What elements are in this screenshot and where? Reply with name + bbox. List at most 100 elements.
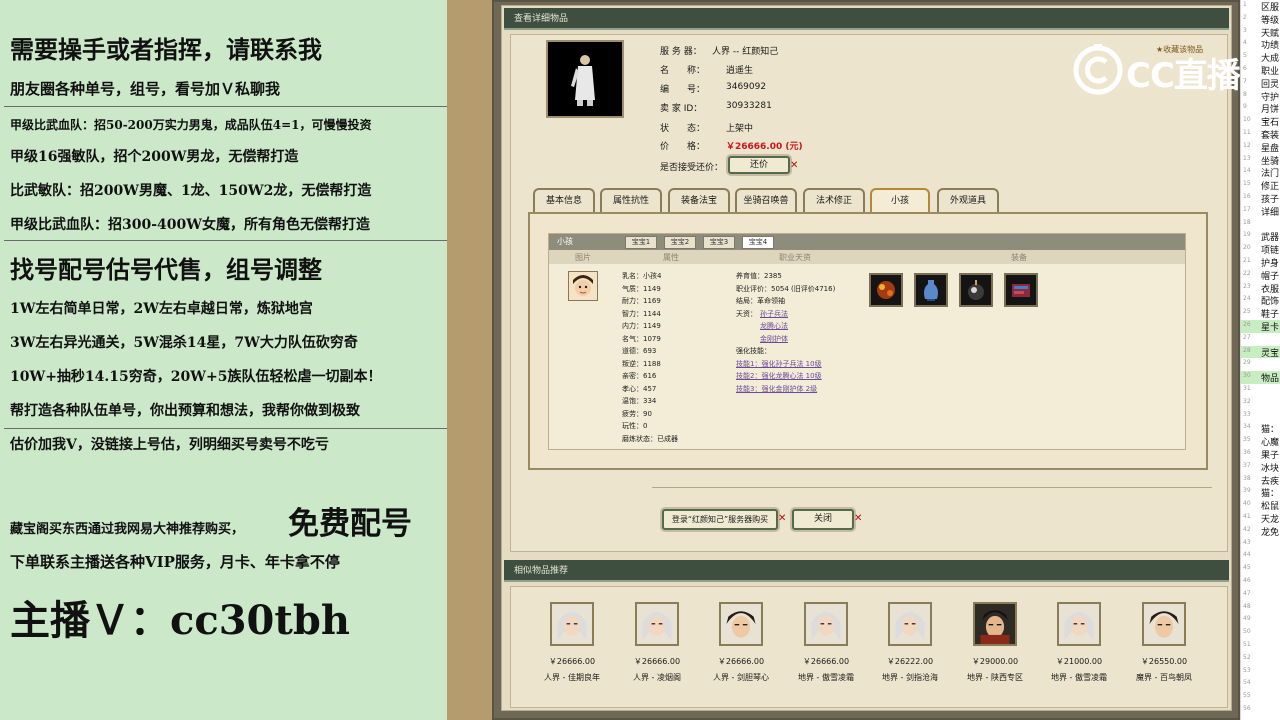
recommend-item[interactable]: ￥26666.00 人界 - 凌烟阁 (622, 602, 692, 683)
strip-row[interactable]: 35 心魔 (1241, 435, 1280, 448)
recommend-item[interactable]: ￥29000.00 地界 - 陕西专区 (960, 602, 1030, 683)
strip-row[interactable]: 14 法门 (1241, 166, 1280, 179)
strip-row[interactable]: 48 (1241, 602, 1280, 615)
enhance-link[interactable]: 技能1：强化孙子兵法 10级 (736, 359, 822, 369)
row-number: 6 (1243, 65, 1247, 72)
strip-row[interactable]: 49 (1241, 614, 1280, 627)
strip-row[interactable]: 34 猫： (1241, 422, 1280, 435)
strip-row[interactable]: 46 (1241, 576, 1280, 589)
talent-link[interactable]: 龙腾心法 (760, 321, 788, 331)
strip-row[interactable]: 28 灵宝 (1241, 345, 1280, 359)
recommend-server: 地界 - 傲雪凌霜 (798, 673, 854, 682)
recommend-item[interactable]: ￥26666.00 人界 - 佳期良年 (537, 602, 607, 683)
equipment-slot-3[interactable] (959, 273, 993, 307)
subtab-baby-1[interactable]: 宝宝1 (625, 236, 657, 249)
login-server-button[interactable]: 登录“红颜知己”服务器购买 (662, 509, 778, 530)
row-number: 47 (1243, 589, 1251, 597)
strip-row[interactable]: 52 (1241, 653, 1280, 666)
subtab-baby-3[interactable]: 宝宝3 (703, 236, 735, 249)
strip-row[interactable]: 27 (1241, 333, 1280, 346)
equipment-slot-1[interactable] (869, 273, 903, 307)
strip-row[interactable]: 44 (1241, 550, 1280, 563)
strip-row[interactable]: 50 (1241, 627, 1280, 640)
strip-row[interactable]: 40 松鼠 (1241, 499, 1280, 512)
strip-row[interactable]: 36 果子 (1241, 448, 1280, 461)
strip-row[interactable]: 5 大成 (1241, 51, 1280, 64)
strip-row[interactable]: 19 武器 (1241, 230, 1280, 243)
strip-row[interactable]: 47 (1241, 589, 1280, 602)
recommend-item[interactable]: ￥26550.00 魔界 - 百鸟朝凤 (1129, 602, 1199, 683)
strip-row[interactable]: 20 项链 (1241, 243, 1280, 256)
strip-row[interactable]: 42 龙免 (1241, 525, 1280, 538)
strip-row[interactable]: 45 (1241, 563, 1280, 576)
tab-mount-summon[interactable]: 坐骑召唤兽 (735, 188, 797, 212)
info-label: 卖 家 ID： (660, 104, 703, 114)
strip-row[interactable]: 43 (1241, 538, 1280, 551)
strip-row[interactable]: 55 (1241, 691, 1280, 704)
strip-row[interactable]: 53 (1241, 666, 1280, 679)
subtab-baby-2[interactable]: 宝宝2 (664, 236, 696, 249)
recommend-item[interactable]: ￥26666.00 地界 - 傲雪凌霜 (791, 602, 861, 683)
strip-row[interactable]: 37 冰块 (1241, 461, 1280, 474)
tab-spell-correction[interactable]: 法术修正 (803, 188, 865, 212)
strip-row[interactable]: 30 物品 (1241, 371, 1280, 384)
stat-fatigue: 疲劳：90 (622, 409, 652, 418)
tab-basic-info[interactable]: 基本信息 (533, 188, 595, 212)
strip-row[interactable]: 25 鞋子 (1241, 307, 1280, 320)
strip-row[interactable]: 21 护身 (1241, 256, 1280, 269)
tab-attribute-resist[interactable]: 属性抗性 (600, 188, 662, 212)
strip-row[interactable]: 6 职业 (1241, 64, 1280, 77)
recommend-item[interactable]: ￥21000.00 地界 - 傲雪凌霜 (1044, 602, 1114, 683)
close-button[interactable]: 关闭 (792, 509, 854, 530)
strip-row[interactable]: 56 (1241, 704, 1280, 717)
strip-row[interactable]: 3 天赋 (1241, 26, 1280, 39)
strip-row[interactable]: 22 帽子 (1241, 269, 1280, 282)
strip-row[interactable]: 54 (1241, 678, 1280, 691)
dark-hair-avatar-icon (719, 602, 763, 646)
strip-row[interactable]: 7 回灵 (1241, 77, 1280, 90)
strip-row[interactable]: 18 (1241, 218, 1280, 231)
row-number: 34 (1243, 423, 1251, 431)
strip-row[interactable]: 23 衣服 (1241, 282, 1280, 295)
strip-row[interactable]: 51 (1241, 640, 1280, 653)
strip-row[interactable]: 11 套装 (1241, 128, 1280, 141)
tab-child[interactable]: 小孩 (870, 188, 930, 212)
strip-row[interactable]: 1 区服 (1241, 0, 1280, 13)
strip-row[interactable]: 26 星卡 (1241, 320, 1280, 333)
talent-link[interactable]: 孙子兵法 (760, 309, 788, 319)
equipment-slot-2[interactable] (914, 273, 948, 307)
enhance-link[interactable]: 技能3：强化金刚护体 2级 (736, 384, 817, 394)
strip-row[interactable]: 4 功绩 (1241, 38, 1280, 51)
strip-row[interactable]: 39 猫： (1241, 486, 1280, 499)
strip-row[interactable]: 31 (1241, 384, 1280, 397)
strip-row[interactable]: 17 详细 (1241, 205, 1280, 218)
strip-row[interactable]: 8 守护 (1241, 90, 1280, 103)
row-number: 16 (1243, 193, 1251, 200)
talent-link[interactable]: 金刚护体 (760, 334, 788, 344)
recommend-item[interactable]: ￥26222.00 地界 - 剑指沧海 (875, 602, 945, 683)
strip-row[interactable]: 32 (1241, 397, 1280, 410)
bargain-label: 是否接受还价： (660, 163, 724, 173)
col-equipment: 装备 (1011, 253, 1027, 262)
equipment-slot-4[interactable] (1004, 273, 1038, 307)
strip-row[interactable]: 13 坐骑 (1241, 154, 1280, 167)
enhance-link[interactable]: 技能2：强化龙腾心法 10级 (736, 371, 822, 381)
strip-row[interactable]: 2 等级 (1241, 13, 1280, 26)
strip-row[interactable]: 10 宝石 (1241, 115, 1280, 128)
tab-equipment[interactable]: 装备法宝 (668, 188, 730, 212)
strip-row[interactable]: 38 去疾 (1241, 474, 1280, 487)
strip-row[interactable]: 24 配饰 (1241, 294, 1280, 307)
strip-row[interactable]: 33 (1241, 410, 1280, 423)
strip-row[interactable]: 16 孩子 (1241, 192, 1280, 205)
strip-row[interactable]: 29 (1241, 358, 1280, 371)
tab-appearance[interactable]: 外观道具 (937, 188, 999, 212)
child-avatar (568, 271, 598, 301)
bargain-button[interactable]: 还价 (728, 156, 790, 174)
strip-row[interactable]: 41 天龙 (1241, 512, 1280, 525)
white-hair-avatar-icon (635, 602, 679, 646)
strip-row[interactable]: 9 月饼 (1241, 102, 1280, 115)
subtab-baby-4[interactable]: 宝宝4 (742, 236, 774, 249)
strip-row[interactable]: 15 修正 (1241, 179, 1280, 192)
strip-row[interactable]: 12 星盘 (1241, 141, 1280, 154)
recommend-item[interactable]: ￥26666.00 人界 - 剑胆琴心 (706, 602, 776, 683)
